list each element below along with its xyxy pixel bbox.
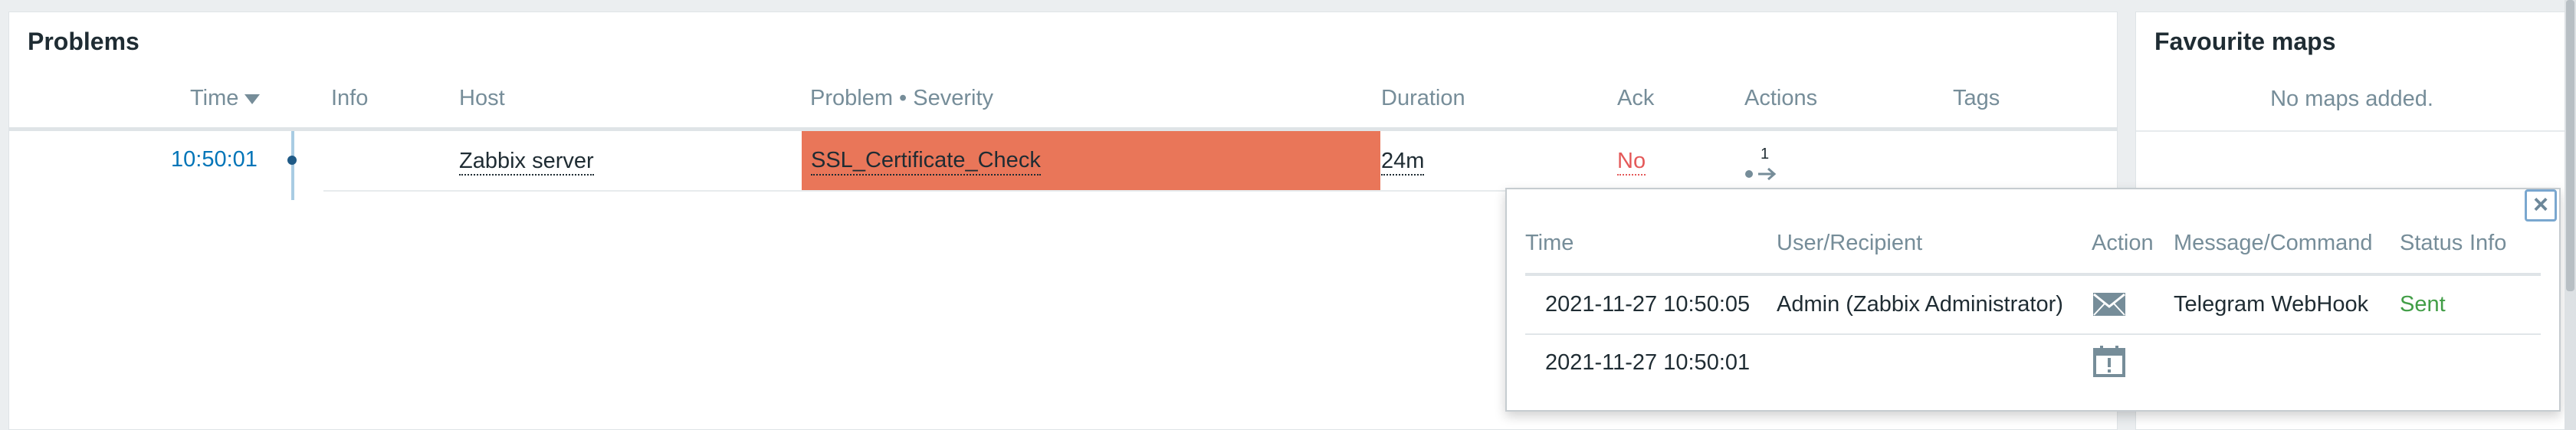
ack-label: No xyxy=(1617,149,1646,176)
actions-popup: Time User/Recipient Action Message/Comma… xyxy=(1505,188,2561,412)
host-link-label: Zabbix server xyxy=(459,149,594,176)
timeline-bar xyxy=(291,131,294,200)
divider xyxy=(2136,130,2568,132)
action-time: 2021-11-27 10:50:05 xyxy=(1545,292,1751,317)
close-button[interactable]: × xyxy=(2525,189,2557,222)
popup-header-user: User/Recipient xyxy=(1777,231,1923,255)
popup-header-status: Status xyxy=(2400,231,2463,255)
column-header-host[interactable]: Host xyxy=(459,86,505,111)
column-header-info: Info xyxy=(331,86,369,110)
column-header-duration: Duration xyxy=(1381,86,1465,110)
empty-message: No maps added. xyxy=(2270,87,2433,111)
actions-indicator[interactable]: 1 xyxy=(1743,146,1781,185)
column-header-actions: Actions xyxy=(1744,86,1818,110)
calendar-alert-icon xyxy=(2093,346,2125,377)
problem-time-link[interactable]: 10:50:01 xyxy=(171,147,258,172)
column-header-time-label: Time xyxy=(190,86,239,110)
popup-header-action: Action xyxy=(2092,231,2154,255)
column-header-tags: Tags xyxy=(1953,86,2000,110)
problem-name-link: SSL_Certificate_Check xyxy=(811,148,1041,176)
action-status: Sent xyxy=(2400,292,2446,317)
popup-header-message: Message/Command xyxy=(2174,231,2373,255)
action-time: 2021-11-27 10:50:01 xyxy=(1545,350,1751,375)
action-recipient: Admin (Zabbix Administrator) xyxy=(1777,292,2063,317)
popup-header-divider xyxy=(1525,273,2541,276)
column-header-ack: Ack xyxy=(1617,86,1655,110)
envelope-icon xyxy=(2093,293,2125,316)
action-message: Telegram WebHook xyxy=(2174,292,2369,317)
sort-desc-icon xyxy=(244,94,261,104)
popup-header-info: Info xyxy=(2469,231,2507,255)
severity-cell[interactable]: SSL_Certificate_Check xyxy=(802,131,1380,191)
widget-title: Favourite maps xyxy=(2154,28,2336,55)
duration-link[interactable]: 24m xyxy=(1381,149,1425,176)
popup-row-divider xyxy=(1525,333,2541,335)
timeline-dot-icon xyxy=(287,156,297,165)
column-header-time[interactable]: Time xyxy=(190,86,261,111)
ack-link[interactable]: No xyxy=(1617,149,1646,176)
duration-label: 24m xyxy=(1381,149,1425,176)
widget-title: Problems xyxy=(28,28,139,55)
close-icon: × xyxy=(2533,190,2548,219)
host-link[interactable]: Zabbix server xyxy=(459,149,594,176)
actions-arrow-icon xyxy=(1745,167,1777,181)
popup-header-time: Time xyxy=(1525,231,1574,255)
scrollbar-thumb[interactable] xyxy=(2566,0,2574,291)
column-header-problem[interactable]: Problem • Severity xyxy=(810,86,993,111)
